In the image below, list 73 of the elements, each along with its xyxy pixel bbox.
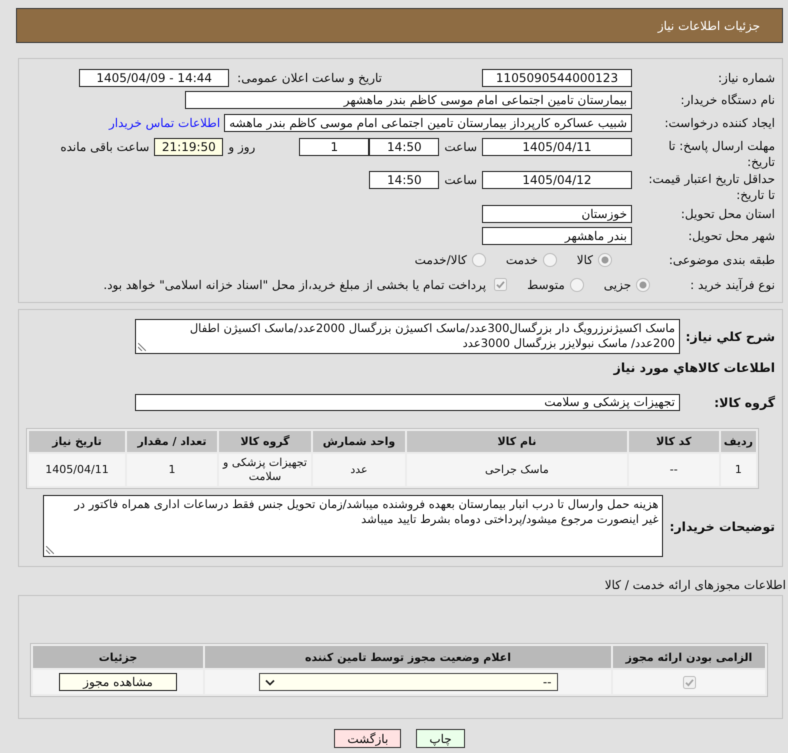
table-cell: 1	[127, 454, 217, 486]
table-cell: عدد	[313, 454, 405, 486]
field-label: شهر محل تحویل:	[687, 228, 775, 244]
remaining-time-field[interactable]: 21:19:50	[154, 138, 224, 156]
deadline-time-field[interactable]: 14:50	[369, 138, 440, 156]
column-header: گروه کالا	[219, 431, 311, 452]
time-label: ساعت	[444, 139, 477, 156]
field-label: گروه کالا:	[713, 394, 775, 410]
radio-button[interactable]	[570, 278, 584, 292]
field-label: استان محل تحویل:	[680, 206, 775, 222]
column-header: کد کالا	[628, 431, 719, 452]
field-label: نام دستگاه خریدار:	[680, 92, 775, 108]
radio-label: خدمت	[506, 252, 538, 266]
chevron-down-icon	[264, 678, 274, 686]
radio-button[interactable]	[636, 278, 650, 292]
time-label: ساعت	[444, 172, 477, 189]
table-cell: --	[628, 454, 719, 486]
radio-label: متوسط	[527, 278, 565, 292]
column-header: ردیف	[720, 431, 756, 452]
column-header: واحد شمارش	[313, 431, 405, 452]
column-header: اعلام وضعیت مجوز توسط تامین کننده	[205, 646, 611, 668]
resize-grip-icon[interactable]	[138, 343, 146, 351]
goods-group-field[interactable]: تجهیزات پزشکی و سلامت	[135, 394, 680, 410]
field-label: شماره نیاز:	[717, 70, 775, 86]
field-label: ایجاد کننده درخواست:	[663, 115, 775, 131]
radio-label: کالا	[576, 252, 593, 266]
page-title: جزئیات اطلاعات نیاز	[658, 18, 760, 32]
radio-button[interactable]	[472, 252, 486, 266]
validity-date-field[interactable]: 1405/04/12	[482, 171, 632, 189]
remaining-label: ساعت باقی مانده	[60, 139, 150, 156]
radio-label: جزیی	[604, 278, 632, 292]
need-number-field[interactable]: 1105090544000123	[482, 69, 632, 87]
column-header: تاریخ نیاز	[29, 431, 125, 452]
province-field[interactable]: خوزستان	[482, 205, 632, 223]
radio-button[interactable]	[598, 252, 612, 266]
days-label: روز و	[228, 139, 256, 156]
field-label: نوع فرآیند خرید :	[690, 278, 775, 292]
validity-time-field[interactable]: 14:50	[369, 171, 440, 189]
resize-grip-icon[interactable]	[46, 546, 54, 554]
column-header: جزئیات	[33, 646, 203, 668]
notes-textarea[interactable]: هزینه حمل وارسال تا درب انبار بیمارستان بعهده فروشنده میباشد/زمان تحویل جنس فقط درساعات اداری همراه فاکتور در غیر اینصورت مرجوع میشود/پرداختی دوماه بشرط تایید میباشد	[43, 495, 664, 557]
column-header: تعداد / مقدار	[127, 431, 217, 452]
description-textarea[interactable]: ماسک اکسیژنرزرویگ دار بزرگسال300عدد/ماسک اکسیژن بزرگسال 2000عدد/ماسک اکسیژن اطفال 200عدد/ ماسک نبولایزر بزرگسال 3000عدد	[135, 319, 680, 354]
announcement-date-field[interactable]: 1405/04/09 - 14:44	[79, 69, 230, 87]
view-permit-button[interactable]: مشاهده مجوز	[59, 673, 177, 691]
table-cell: 1405/04/11	[29, 454, 125, 486]
field-label: طبقه بندی موضوعی:	[668, 252, 775, 268]
field-label: حداقل تاریخ اعتبار قیمت: تا تاریخ:	[647, 171, 775, 203]
field-label: شرح کلي نياز:	[684, 329, 775, 344]
checkbox-label: پرداخت تمام یا بخشی از مبلغ خرید،از محل "اسناد خزانه اسلامی" خواهد بود.	[103, 278, 486, 292]
print-button[interactable]: چاپ	[416, 729, 465, 748]
table-cell: 1	[720, 454, 756, 486]
field-label: مهلت ارسال پاسخ: تا تاریخ:	[667, 138, 775, 170]
contact-info-link[interactable]: اطلاعات تماس خریدار	[109, 116, 220, 130]
column-header: الزامی بودن ارائه مجوز	[613, 646, 765, 668]
radio-button[interactable]	[542, 252, 557, 266]
column-header: نام کالا	[407, 431, 627, 452]
table-cell: تجهیزات پزشکی و سلامت	[219, 454, 311, 486]
checkbox[interactable]	[682, 676, 696, 688]
requester-field[interactable]: شبیب عساکره کارپرداز بیمارستان تامین اجتماعی امام موسی کاظم بندر ماهشه	[224, 114, 632, 132]
back-button[interactable]: بازگشت	[334, 729, 402, 748]
status-dropdown[interactable]: --	[258, 673, 558, 691]
days-field[interactable]: 1	[299, 138, 370, 156]
checkbox[interactable]	[494, 278, 508, 291]
section-title: اطلاعات کالاهاي مورد نياز	[612, 360, 775, 375]
section-title: اطلاعات مجوزهای ارائه خدمت / کالا	[604, 577, 786, 593]
field-label: توضیحات خریدار:	[669, 518, 775, 534]
deadline-date-field[interactable]: 1405/04/11	[482, 138, 632, 156]
buyer-org-field[interactable]: بیمارستان تامین اجتماعی امام موسی کاظم بندر ماهشهر	[185, 91, 632, 109]
table-cell: ماسک جراحی	[407, 454, 627, 486]
radio-label: کالا/خدمت	[414, 252, 467, 266]
field-label: تاریخ و ساعت اعلان عمومی:	[237, 71, 382, 85]
city-field[interactable]: بندر ماهشهر	[482, 227, 632, 245]
